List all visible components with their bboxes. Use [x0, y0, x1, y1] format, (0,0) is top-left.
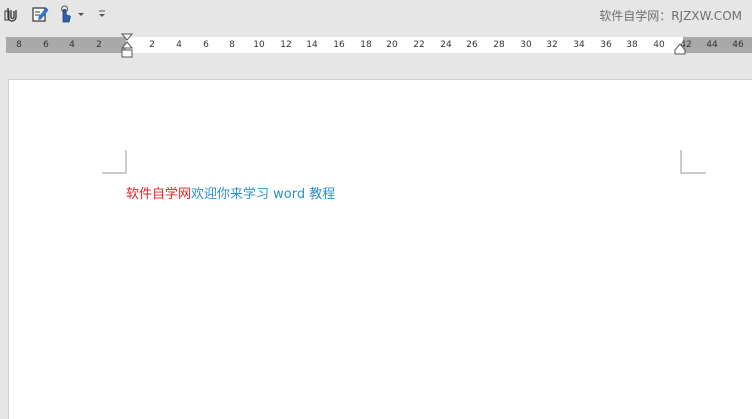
left-indent-marker[interactable]: [121, 33, 133, 61]
ruler-tick: 36: [600, 40, 612, 50]
ruler-tick: 6: [43, 40, 49, 50]
ruler-tick: 20: [386, 40, 398, 50]
ruler-tick: 10: [253, 40, 265, 50]
ruler-tick: 28: [493, 40, 505, 50]
margin-corner-right: [680, 150, 706, 174]
watermark-text: 软件自学网：RJZXW.COM: [599, 9, 742, 23]
edit-document-icon[interactable]: [30, 4, 50, 24]
ruler-tick: 30: [520, 40, 532, 50]
touch-mode-dropdown-icon[interactable]: [76, 4, 86, 24]
right-indent-marker[interactable]: [674, 43, 686, 55]
margin-corner-left: [102, 150, 127, 174]
attach-icon[interactable]: [2, 4, 22, 24]
ruler-tick: 6: [203, 40, 209, 50]
ruler-tick: 24: [440, 40, 452, 50]
ruler-tick: 4: [69, 40, 75, 50]
customize-toolbar-icon[interactable]: [96, 4, 108, 24]
document-text-line[interactable]: 软件自学网欢迎你来学习 word 教程: [126, 186, 335, 204]
ruler-tick: 22: [413, 40, 425, 50]
ruler-tick: 34: [573, 40, 585, 50]
ruler-tick: 2: [96, 40, 102, 50]
ruler-tick: 32: [546, 40, 558, 50]
blue-text-run: 欢迎你来学习 word 教程: [191, 187, 336, 202]
ruler-tick: 46: [732, 40, 744, 50]
ruler-tick: 2: [149, 40, 155, 50]
ruler-tick: 38: [626, 40, 638, 50]
touch-mode-icon[interactable]: [56, 4, 74, 24]
red-text-run: 软件自学网: [126, 187, 192, 202]
ruler-tick: 40: [653, 40, 665, 50]
ruler-tick: 8: [229, 40, 235, 50]
ruler-tick: 4: [176, 40, 182, 50]
ruler-tick: 8: [16, 40, 22, 50]
document-page[interactable]: [8, 79, 752, 419]
ruler-tick: 12: [280, 40, 292, 50]
ruler-tick: 16: [333, 40, 345, 50]
ruler-tick: 14: [306, 40, 318, 50]
horizontal-ruler[interactable]: 8 6 4 2 2 4 6 8 10 12 14 16 18 20 22 24 …: [6, 37, 752, 53]
ruler-tick: 44: [706, 40, 718, 50]
quick-access-toolbar: 软件自学网：RJZXW.COM: [0, 0, 752, 32]
ruler-tick: 26: [466, 40, 478, 50]
ruler-tick: 18: [360, 40, 372, 50]
